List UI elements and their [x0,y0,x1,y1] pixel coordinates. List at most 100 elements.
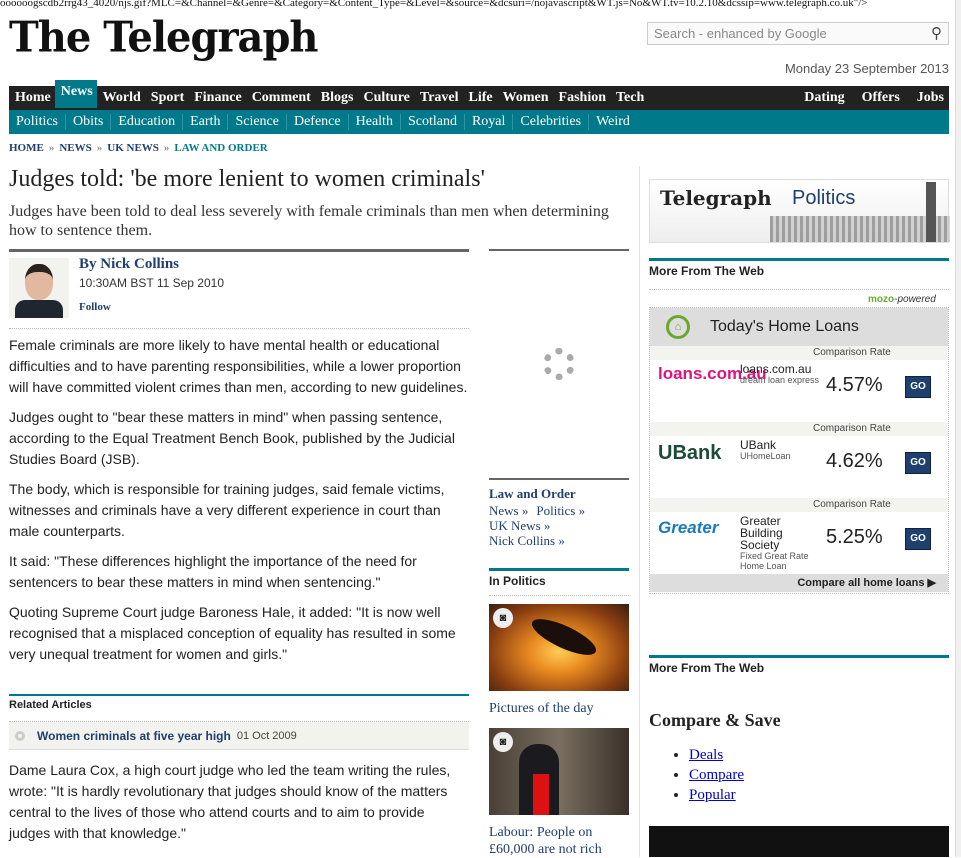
nav-comment[interactable]: Comment [246,90,315,106]
search-icon[interactable]: ⚲ [931,24,942,42]
loan-row: Comparison Rate UBank UBank UHomeLoan 4.6… [650,422,948,498]
lender-name: loans.com.au [740,362,812,376]
nav-world[interactable]: World [97,90,145,106]
pictures-of-day-image[interactable]: ◙ [489,604,629,691]
follow-link[interactable]: Follow [79,301,111,313]
subnav-celebrities[interactable]: Celebrities [513,114,590,130]
search-input[interactable]: Search - enhanced by Google ⚲ [647,22,949,45]
loan-rate: 4.57% [826,374,883,396]
breadcrumb-home[interactable]: HOME [9,142,44,154]
mozo-suffix: -powered [894,294,936,305]
article-paragraph: Female criminals are more likely to have… [9,337,468,395]
nav-offers[interactable]: Offers [850,90,905,106]
subnav-earth[interactable]: Earth [183,114,229,130]
subnav-science[interactable]: Science [228,114,287,130]
mozo-logo: mozo [868,294,895,305]
compare-link[interactable]: Compare [689,767,744,783]
subnav-defence[interactable]: Defence [287,114,349,130]
author-avatar[interactable] [9,258,69,318]
current-date: Monday 23 September 2013 [784,61,949,76]
nav-jobs[interactable]: Jobs [905,90,949,106]
lender-name: UBank [740,438,777,452]
nav-tech[interactable]: Tech [610,90,648,106]
compare-all-loans-link[interactable]: Compare all home loans ▶ [650,574,948,592]
article-headline: Judges told: 'be more lenient to women c… [9,166,485,192]
subnav-weird[interactable]: Weird [589,114,637,130]
column-divider [639,166,640,857]
lender-name: Greater Building Society [740,514,783,552]
greater-logo[interactable]: Greater [658,518,736,538]
subnav-obits[interactable]: Obits [66,114,112,130]
bullet-icon [15,730,25,741]
related-article-link[interactable]: Women criminals at five year high [37,729,231,743]
stray-markup-text: oooooogscdb2rrg43_4020/njs.gif?MLC=&Chan… [0,0,868,9]
nav-dating[interactable]: Dating [792,90,849,106]
camera-icon: ◙ [493,732,513,752]
loans-com-au-logo[interactable]: loans.com.au [658,365,767,382]
main-nav: Home News World Sport Finance Comment Bl… [9,80,949,110]
nav-news[interactable]: News [54,80,97,108]
loan-row: Comparison Rate loans.com.au loans.com.a… [650,346,948,422]
loan-rate: 5.25% [826,526,883,548]
compare-save-title: Compare & Save [649,710,781,730]
loading-spinner-icon [543,348,575,380]
scrollbar[interactable] [955,0,961,857]
breadcrumb-news[interactable]: NEWS [59,142,91,154]
go-button[interactable]: GO [905,528,931,550]
ubank-logo[interactable]: UBank [658,442,736,465]
topic-link-news[interactable]: News » [489,503,528,518]
camera-icon: ◙ [493,608,513,628]
subnav-education[interactable]: Education [111,114,184,130]
comparison-rate-label: Comparison Rate [650,498,948,512]
breadcrumb-separator: » [163,142,170,154]
ad-placeholder [649,826,949,857]
go-button[interactable]: GO [905,376,931,398]
more-from-web-heading: More From The Web [649,258,949,290]
breadcrumb-law-and-order[interactable]: LAW AND ORDER [174,142,267,154]
labour-story-link[interactable]: Labour: People on £60,000 are not rich [489,824,629,858]
breadcrumb-separator: » [96,142,103,154]
telegraph-politics-banner[interactable]: Telegraph Politics [649,179,950,243]
nav-finance[interactable]: Finance [188,90,245,106]
author-link[interactable]: By Nick Collins [79,256,179,273]
popular-link[interactable]: Popular [689,787,736,803]
nav-travel[interactable]: Travel [414,90,463,106]
nav-home[interactable]: Home [9,90,55,106]
subnav-scotland[interactable]: Scotland [401,114,465,130]
nav-women[interactable]: Women [497,90,553,106]
mid-column-rule [489,249,629,251]
article-paragraph: It said: "These differences highlight th… [9,553,417,590]
home-loans-widget: ⌂ Today's Home Loans Comparison Rate loan… [649,307,949,594]
nav-life[interactable]: Life [463,90,497,106]
nav-blogs[interactable]: Blogs [315,90,358,106]
article-paragraph: The body, which is responsible for train… [9,481,445,539]
topic-link-nick-collins[interactable]: Nick Collins » [489,533,565,548]
nav-fashion[interactable]: Fashion [553,90,610,106]
related-article-item: Women criminals at five year high 01 Oct… [9,722,469,750]
breadcrumb-separator: » [48,142,55,154]
sub-nav: Politics Obits Education Earth Science D… [9,110,949,134]
go-button[interactable]: GO [905,452,931,474]
comparison-rate-label: Comparison Rate [650,422,948,436]
loan-product: dream loan express [740,375,820,385]
subnav-politics[interactable]: Politics [9,114,67,130]
breadcrumb: HOME » NEWS » UK NEWS » LAW AND ORDER [9,142,268,154]
subnav-health[interactable]: Health [349,114,401,130]
byline: By Nick Collins 10:30AM BST 11 Sep 2010 … [9,249,469,329]
pictures-of-day-link[interactable]: Pictures of the day [489,700,629,717]
related-articles: Related Articles Women criminals at five… [9,694,469,750]
compare-save: Compare & Save Deals Compare Popular [649,710,781,805]
loan-rate: 4.62% [826,450,883,472]
deals-link[interactable]: Deals [689,747,723,763]
nav-culture[interactable]: Culture [357,90,413,106]
topic-title[interactable]: Law and Order [489,486,629,501]
topic-link-uk-news[interactable]: UK News » [489,518,550,533]
nav-sport[interactable]: Sport [145,90,188,106]
breadcrumb-uk-news[interactable]: UK NEWS [107,142,159,154]
telegraph-logo[interactable]: The Telegraph [9,13,319,62]
subnav-royal[interactable]: Royal [465,114,514,130]
in-politics-heading: In Politics [489,568,629,596]
comparison-rate-label: Comparison Rate [650,346,948,360]
labour-story-image[interactable]: ◙ [489,728,629,815]
topic-link-politics[interactable]: Politics » [536,503,585,518]
